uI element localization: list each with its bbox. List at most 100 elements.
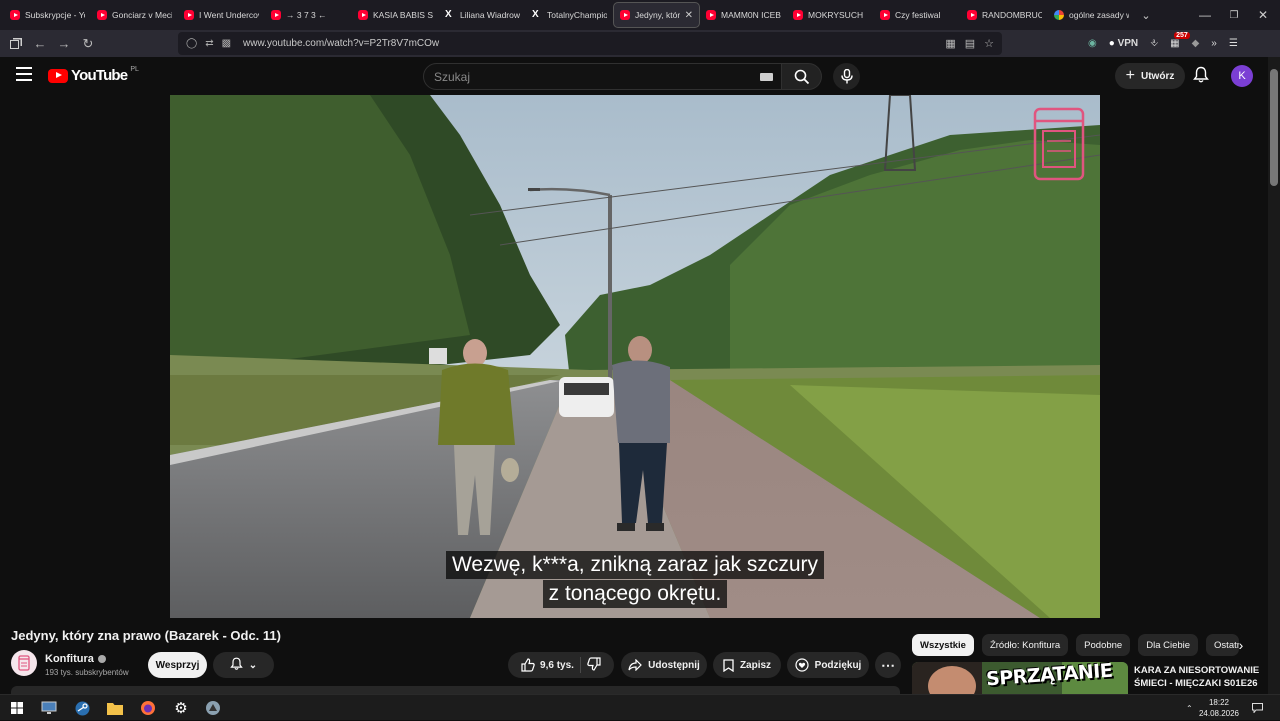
overflow-menu-icon[interactable]: » xyxy=(1211,38,1217,49)
thanks-button[interactable]: Podziękuj xyxy=(787,652,869,678)
taskbar-clock[interactable]: 18:22 24.08.2026 xyxy=(1196,697,1242,719)
browser-tab[interactable]: → 3 7 3 ← xyxy=(265,2,352,28)
close-tab-icon[interactable]: ✕ xyxy=(685,10,693,21)
youtube-icon xyxy=(793,10,803,20)
back-arrow-icon[interactable]: ← xyxy=(28,32,52,56)
share-label: Udostępnij xyxy=(648,659,700,671)
like-dislike-group: 9,6 tys. xyxy=(508,652,614,678)
browser-tab[interactable]: KASIA BABIS SZC xyxy=(352,2,439,28)
verified-badge-icon xyxy=(97,655,106,663)
keyboard-icon[interactable] xyxy=(760,73,773,81)
sidebar-toggle-icon[interactable] xyxy=(4,32,28,56)
extension-shield-icon[interactable]: ◉ xyxy=(1088,38,1097,49)
scrollbar-thumb[interactable] xyxy=(1270,69,1278,186)
puzzle-extensions-icon[interactable]: ⎀ xyxy=(1150,38,1158,49)
share-button[interactable]: Udostępnij xyxy=(621,652,707,678)
channel-name-text[interactable]: Konfitura xyxy=(45,653,94,665)
reload-icon[interactable]: ↻ xyxy=(76,32,100,56)
ublock-icon[interactable]: ▦ 257 xyxy=(1170,32,1190,49)
chip-from-channel[interactable]: Źródło: Konfitura xyxy=(981,634,1069,656)
clock-date: 24.08.2026 xyxy=(1198,709,1240,718)
browser-tab[interactable]: MAMM0N ICEB xyxy=(700,2,787,28)
subscription-bell-button[interactable]: ⌄ xyxy=(213,652,274,678)
thanks-label: Podziękuj xyxy=(814,659,862,671)
tab-label: → 3 7 3 ← xyxy=(286,10,327,20)
settings-gear-icon[interactable]: ⚙ xyxy=(173,700,189,716)
app-shortcut-icon[interactable] xyxy=(205,700,221,716)
description-box[interactable] xyxy=(11,686,900,694)
browser-tab[interactable]: I Went Undercov xyxy=(178,2,265,28)
more-actions-button[interactable]: ⋯ xyxy=(875,652,901,678)
extensions-area: ◉ ● VPN ⎀ ▦ 257 ◆ » ☰ xyxy=(1088,30,1238,57)
guide-menu-icon[interactable] xyxy=(16,67,32,81)
support-button[interactable]: Wesprzyj xyxy=(148,652,207,678)
chip-related[interactable]: Podobne xyxy=(1076,634,1131,656)
save-button[interactable]: Zapisz xyxy=(713,652,781,678)
user-avatar[interactable]: K xyxy=(1231,65,1253,87)
page-scrollbar[interactable] xyxy=(1268,57,1280,694)
browser-tab[interactable]: Gonciarz v Mecie xyxy=(91,2,178,28)
url-text[interactable]: www.youtube.com/watch?v=P2Tr8V7mCOw xyxy=(243,38,439,49)
browser-tab[interactable]: ogólne zasady w xyxy=(1048,2,1135,28)
tracking-icon[interactable]: ▩ xyxy=(222,38,231,49)
browser-tab[interactable]: X TotalnyChampio xyxy=(526,2,613,28)
privacy-badger-icon[interactable]: ◆ xyxy=(1192,38,1200,49)
notifications-bell-icon[interactable] xyxy=(1193,66,1209,89)
permissions-icon[interactable]: ⇄ xyxy=(205,38,213,49)
tray-chevron-up-icon[interactable]: ⌃ xyxy=(1186,695,1193,721)
browser-nav-bar: ← → ↻ ◯ ⇄ ▩ www.youtube.com/watch?v=P2Tr… xyxy=(0,30,1280,57)
tab-label: TotalnyChampio xyxy=(547,10,607,20)
windows-taskbar: ⚙ ⌃ 18:22 24.08.2026 xyxy=(0,694,1280,720)
tab-label: Subskrypcje - Yo xyxy=(25,10,85,20)
channel-avatar[interactable] xyxy=(11,650,37,676)
app-menu-icon[interactable]: ☰ xyxy=(1229,38,1238,49)
subtitles: Wezwę, k***a, znikną zaraz jak szczury z… xyxy=(170,551,1100,608)
like-button[interactable]: 9,6 tys. xyxy=(521,658,574,672)
forward-arrow-icon[interactable]: → xyxy=(52,32,76,56)
youtube-icon xyxy=(620,10,630,20)
create-button[interactable]: + Utwórz xyxy=(1115,63,1185,89)
thumbs-down-icon xyxy=(587,656,601,671)
address-bar[interactable]: ◯ ⇄ ▩ www.youtube.com/watch?v=P2Tr8V7mCO… xyxy=(178,32,1002,55)
support-label: Wesprzyj xyxy=(155,659,200,671)
browser-tab[interactable]: Czy festiwal xyxy=(874,2,961,28)
video-title: Jedyny, który zna prawo (Bazarek - Odc. … xyxy=(11,628,281,643)
close-window-icon[interactable]: ✕ xyxy=(1246,0,1280,30)
chevron-right-icon[interactable]: › xyxy=(1232,636,1250,654)
youtube-logo[interactable]: YouTube PL xyxy=(48,66,139,84)
browser-tab[interactable]: MOKRYSUCH xyxy=(787,2,874,28)
bookmark-star-icon[interactable]: ☆ xyxy=(984,37,994,50)
video-player[interactable]: Wezwę, k***a, znikną zaraz jak szczury z… xyxy=(170,95,1100,618)
vpn-button[interactable]: ● VPN xyxy=(1109,38,1138,49)
shield-icon[interactable]: ◯ xyxy=(186,38,197,49)
search-button[interactable] xyxy=(782,63,822,90)
dislike-button[interactable] xyxy=(587,656,601,674)
search-input[interactable] xyxy=(434,69,734,84)
windows-start-icon[interactable] xyxy=(9,700,25,716)
reader-view-icon[interactable]: ▤ xyxy=(965,37,975,50)
chip-all[interactable]: Wszystkie xyxy=(912,634,974,656)
file-explorer-icon[interactable] xyxy=(107,700,123,716)
channel-watermark-logo[interactable] xyxy=(1033,107,1085,186)
browser-tab[interactable]: RANDOMBRUCE xyxy=(961,2,1048,28)
browser-tab[interactable]: Jedyny, który ✕ xyxy=(613,2,700,28)
browser-tab[interactable]: Subskrypcje - Yo xyxy=(4,2,91,28)
firefox-icon[interactable] xyxy=(140,700,156,716)
browser-tab[interactable]: X Liliana Wiadrowsk xyxy=(439,2,526,28)
tab-list-chevron-icon[interactable]: ⌄ xyxy=(1135,9,1157,22)
chip-for-you[interactable]: Dla Ciebie xyxy=(1138,634,1199,656)
bookmark-icon xyxy=(723,658,734,672)
create-label: Utwórz xyxy=(1141,70,1175,82)
recommended-video-thumbnail[interactable]: SPRZĄTANIE xyxy=(912,662,1128,694)
picture-in-picture-icon[interactable]: ▦ xyxy=(945,37,955,50)
subscriber-count: 193 tys. subskrybentów xyxy=(45,668,129,677)
youtube-header: YouTube PL + Utwórz K xyxy=(0,57,1268,95)
steam-icon[interactable] xyxy=(74,700,90,716)
recommended-video-title[interactable]: KARA ZA NIESORTOWANIE ŚMIECI - MIĘCZAKI … xyxy=(1134,664,1264,690)
tab-label: ogólne zasady w xyxy=(1069,10,1129,20)
voice-search-button[interactable] xyxy=(833,63,860,90)
notification-center-icon[interactable] xyxy=(1252,695,1263,721)
subtitle-line-2: z tonącego okrętu. xyxy=(542,580,728,608)
channel-name[interactable]: Konfitura xyxy=(45,653,106,665)
monitor-app-icon[interactable] xyxy=(41,700,57,716)
